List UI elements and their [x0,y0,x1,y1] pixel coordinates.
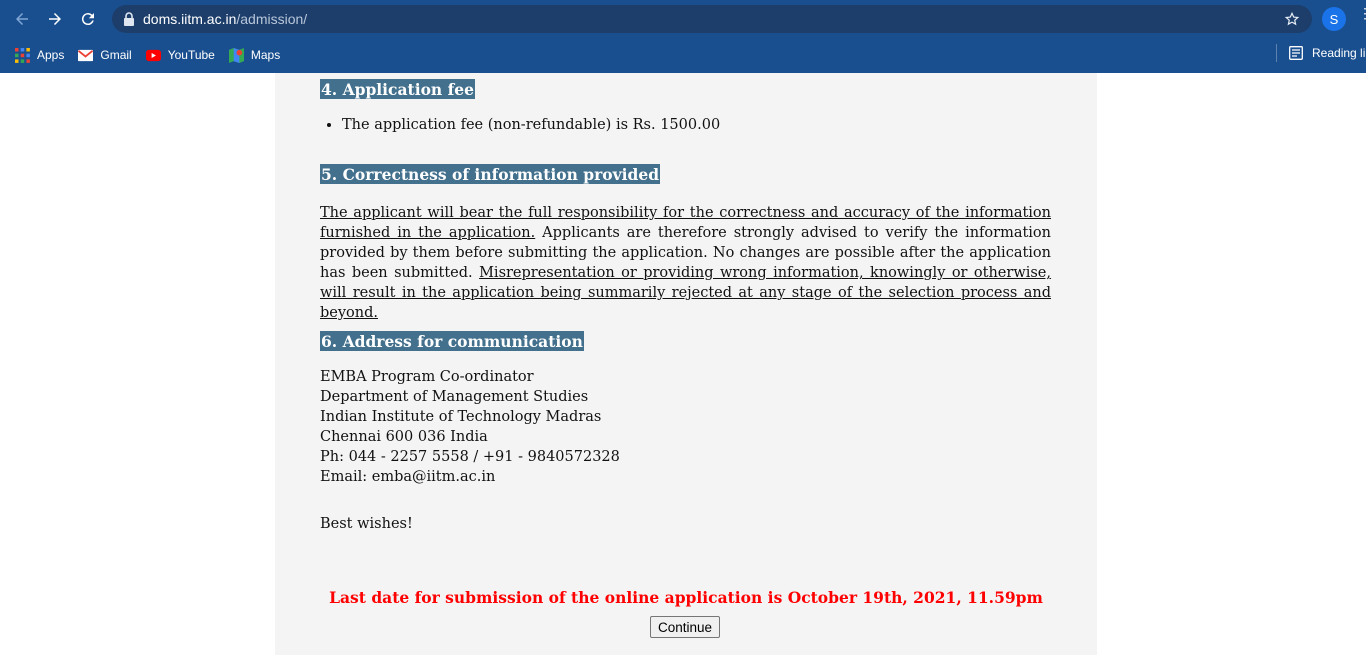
lock-icon [124,12,134,26]
fee-list: The application fee (non-refundable) is … [320,117,1051,133]
section-heading: 6. Address for communication [320,331,584,351]
address-line: Ph: 044 - 2257 5558 / +91 - 9840572328 [320,449,620,465]
reload-icon [81,12,94,25]
section-correctness: 5. Correctness of information provided [320,164,1051,184]
reading-list-button[interactable]: Reading li [1276,44,1365,62]
bookmark-apps[interactable]: Apps [15,47,65,63]
browser-chrome: doms.iitm.ac.in/admission/ S ⋮ Apps Gmai… [0,0,1366,73]
bookmark-label: Gmail [100,48,132,62]
reading-list-label: Reading li [1312,46,1366,60]
bookmark-maps[interactable]: Maps [228,47,281,63]
apps-grid-icon [15,47,30,63]
url-path: /admission/ [236,11,308,27]
reading-list-icon [1289,46,1303,60]
url-text: doms.iitm.ac.in/admission/ [143,11,307,27]
reload-button[interactable] [75,6,101,32]
address-line: Indian Institute of Technology Madras [320,409,602,425]
address-line: Email: emba@iitm.ac.in [320,469,496,485]
bookmark-gmail[interactable]: Gmail [78,48,132,63]
continue-button[interactable]: Continue [650,616,721,638]
menu-icon[interactable]: ⋮ [1358,6,1366,20]
bookmark-youtube[interactable]: YouTube [145,48,215,63]
correctness-paragraph: The applicant will bear the full respons… [320,203,1051,323]
address-block: EMBA Program Co-ordinator Department of … [320,367,1051,487]
forward-button[interactable] [42,6,68,32]
profile-avatar[interactable]: S [1322,7,1346,31]
star-icon[interactable] [1284,11,1300,27]
section-address: 6. Address for communication [320,331,1051,351]
address-line: Chennai 600 036 India [320,429,488,445]
browser-toolbar: doms.iitm.ac.in/admission/ S ⋮ [0,0,1366,37]
bookmark-label: Maps [250,48,281,62]
best-wishes: Best wishes! [320,516,413,532]
back-button[interactable] [9,6,35,32]
maps-icon [228,47,244,63]
bookmark-label: YouTube [167,48,215,62]
section-heading: 4. Application fee [320,79,475,99]
admission-page: 4. Application fee The application fee (… [275,73,1097,655]
list-item: The application fee (non-refundable) is … [342,117,1051,133]
bookmark-label: Apps [37,48,65,62]
deadline-notice: Last date for submission of the online a… [329,588,1043,607]
arrow-right-icon [49,12,61,25]
gmail-icon [78,49,94,61]
youtube-icon [145,49,161,61]
address-line: EMBA Program Co-ordinator [320,369,534,385]
bookmarks-bar: Apps Gmail YouTube Maps [0,37,1366,73]
address-bar[interactable]: doms.iitm.ac.in/admission/ [112,5,1312,33]
address-line: Department of Management Studies [320,389,589,405]
url-host: doms.iitm.ac.in [143,11,237,27]
arrow-left-icon [16,12,28,25]
section-application-fee: 4. Application fee [320,79,1051,99]
section-heading: 5. Correctness of information provided [320,164,661,184]
